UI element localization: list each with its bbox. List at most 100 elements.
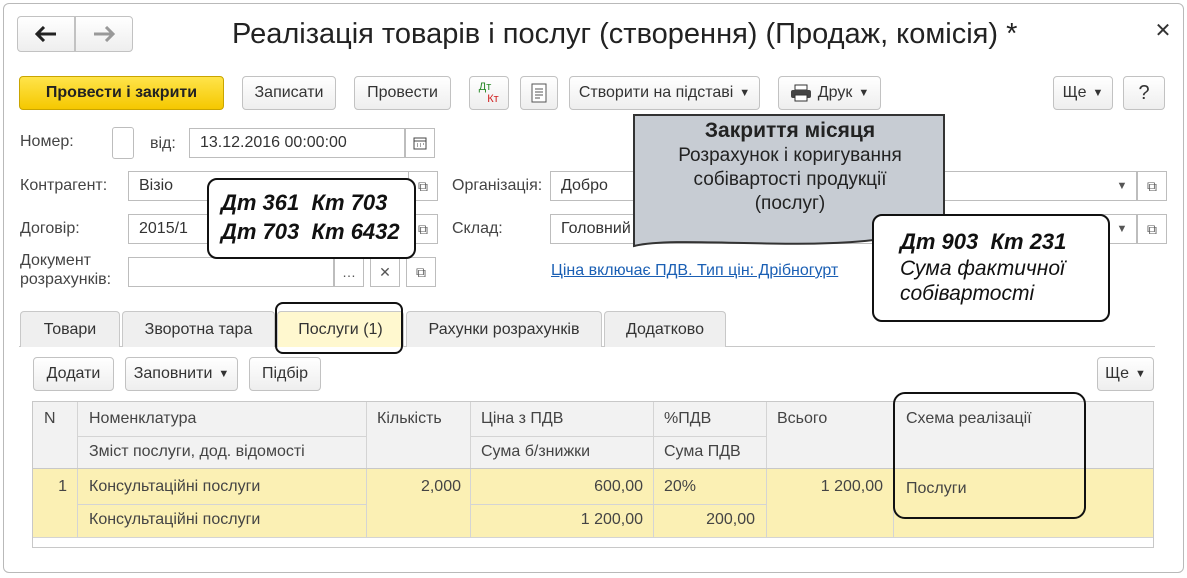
report-icon (531, 83, 547, 103)
dropdown-icon: ▼ (1092, 87, 1104, 99)
settlement-doc-label: Документ розрахунків: (20, 251, 111, 289)
col-total: Всього (777, 410, 828, 427)
dropdown-icon: ▼ (1135, 368, 1146, 380)
col-divider (653, 402, 654, 537)
settlement-open-button[interactable]: ⧉ (406, 257, 436, 287)
services-tab-highlight (275, 302, 403, 354)
col-qty: Кількість (377, 410, 442, 427)
cell-vat-sum[interactable]: 200,00 (657, 505, 755, 535)
row-divider (33, 537, 1153, 538)
kt-label: Кт (487, 93, 499, 105)
cost-callout: Дт 903 Кт 231 Сума фактичної собівартост… (872, 214, 1110, 322)
dropdown-icon: ▼ (858, 87, 870, 99)
open-icon: ⧉ (416, 263, 426, 280)
cost-callout-line1: Сума фактичної (900, 257, 1065, 280)
tab-settlement-accounts[interactable]: Рахунки розрахунків (406, 311, 602, 347)
cell-qty[interactable]: 2,000 (370, 472, 461, 502)
cell-n: 1 (58, 478, 67, 495)
tab-additional[interactable]: Додатково (604, 311, 726, 347)
entries-line1: Дт 361 Кт 703 (221, 190, 388, 215)
cell-content[interactable]: Консультаційні послуги (89, 505, 260, 535)
contractor-label: Контрагент: (20, 177, 108, 194)
calendar-button[interactable] (405, 128, 435, 158)
printer-icon (790, 84, 811, 102)
number-field[interactable] (112, 127, 134, 159)
organization-label: Організація: (452, 177, 543, 194)
warehouse-label: Склад: (452, 220, 503, 237)
month-close-title: Закриття місяця (704, 119, 876, 142)
organization-dropdown-button[interactable]: ▼ (1107, 171, 1137, 201)
cell-sum-no-discount[interactable]: 1 200,00 (474, 505, 643, 535)
more-button[interactable]: Ще ▼ (1053, 76, 1113, 110)
col-divider (77, 402, 78, 537)
col-vat-sum: Сума ПДВ (664, 443, 741, 460)
calendar-icon (413, 137, 427, 150)
settlement-doc-field[interactable] (128, 257, 334, 287)
open-icon: ⧉ (1147, 177, 1157, 194)
col-price: Ціна з ПДВ (481, 410, 564, 427)
close-icon[interactable]: ✕ (1153, 18, 1173, 42)
warehouse-open-button[interactable]: ⧉ (1137, 214, 1167, 244)
report-button[interactable] (520, 76, 558, 110)
pick-button[interactable]: Підбір (249, 357, 321, 391)
window-title: Реалізація товарів і послуг (створення) … (232, 18, 1018, 50)
table-more-button[interactable]: Ще ▼ (1097, 357, 1154, 391)
warehouse-dropdown-button[interactable]: ▼ (1107, 214, 1137, 244)
more-label: Ще (1062, 84, 1087, 101)
post-button[interactable]: Провести (354, 76, 451, 110)
settlement-clear-button[interactable]: ✕ (370, 257, 400, 287)
cell-vat-percent[interactable]: 20% (664, 472, 696, 502)
col-divider (366, 402, 367, 537)
create-based-on-label: Створити на підставі (578, 84, 734, 101)
dropdown-icon: ▼ (218, 368, 230, 380)
tab-returnable-packaging[interactable]: Зворотна тара (122, 311, 275, 347)
settlement-label-line2: розрахунків: (20, 271, 112, 288)
post-and-close-button[interactable]: Провести і закрити (19, 76, 224, 110)
settlement-select-button[interactable]: … (334, 257, 364, 287)
create-based-on-button[interactable]: Створити на підставі ▼ (569, 76, 760, 110)
settlement-label-line1: Документ (20, 252, 91, 269)
dropdown-icon: ▼ (1116, 223, 1128, 235)
cost-callout-line2: собівартості (900, 282, 1035, 305)
col-divider (766, 402, 767, 537)
month-close-line3: (послуг) (754, 193, 826, 214)
dt-kt-button[interactable]: Дт Кт (469, 76, 509, 110)
month-close-line1: Розрахунок і коригування (678, 145, 902, 166)
col-divider (470, 402, 471, 537)
contract-label: Договір: (20, 220, 80, 237)
cell-price[interactable]: 600,00 (474, 472, 643, 502)
dt-label: Дт (478, 81, 492, 93)
scheme-column-highlight (893, 392, 1086, 519)
price-type-link[interactable]: Ціна включає ПДВ. Тип цін: Дрібногурт (551, 262, 838, 280)
dropdown-icon: ▼ (739, 87, 751, 99)
cell-total[interactable]: 1 200,00 (770, 472, 883, 502)
add-button[interactable]: Додати (33, 357, 114, 391)
number-label: Номер: (20, 133, 74, 150)
date-field[interactable]: 13.12.2016 00:00:00 (189, 128, 405, 158)
arrow-left-icon (35, 26, 56, 42)
month-close-callout: Закриття місяця Розрахунок і коригування… (636, 118, 944, 216)
col-vat-percent: %ПДВ (664, 410, 712, 427)
fill-button[interactable]: Заповнити ▼ (125, 357, 238, 391)
open-icon: ⧉ (418, 177, 428, 194)
help-button[interactable]: ? (1123, 76, 1165, 110)
tab-goods[interactable]: Товари (20, 311, 120, 347)
arrow-right-icon (94, 26, 115, 42)
save-button[interactable]: Записати (242, 76, 336, 110)
col-nomenclature: Номенклатура (89, 410, 197, 427)
organization-open-button[interactable]: ⧉ (1137, 171, 1167, 201)
col-n: N (44, 410, 56, 427)
cell-nomenclature[interactable]: Консультаційні послуги (89, 472, 260, 502)
date-label: від: (150, 135, 176, 152)
entries-callout: Дт 361 Кт 703 Дт 703 Кт 6432 (207, 178, 416, 259)
entries-line2: Дт 703 Кт 6432 (221, 219, 400, 244)
clear-icon: ✕ (379, 263, 391, 280)
month-close-line2: собівартості продукції (693, 169, 887, 190)
back-button[interactable] (17, 16, 75, 52)
ellipsis-icon: … (342, 264, 356, 280)
forward-button[interactable] (75, 16, 133, 52)
col-content: Зміст послуги, дод. відомості (89, 443, 305, 460)
print-button[interactable]: Друк ▼ (778, 76, 881, 110)
open-icon: ⧉ (418, 220, 428, 237)
table-more-label: Ще (1105, 365, 1129, 382)
